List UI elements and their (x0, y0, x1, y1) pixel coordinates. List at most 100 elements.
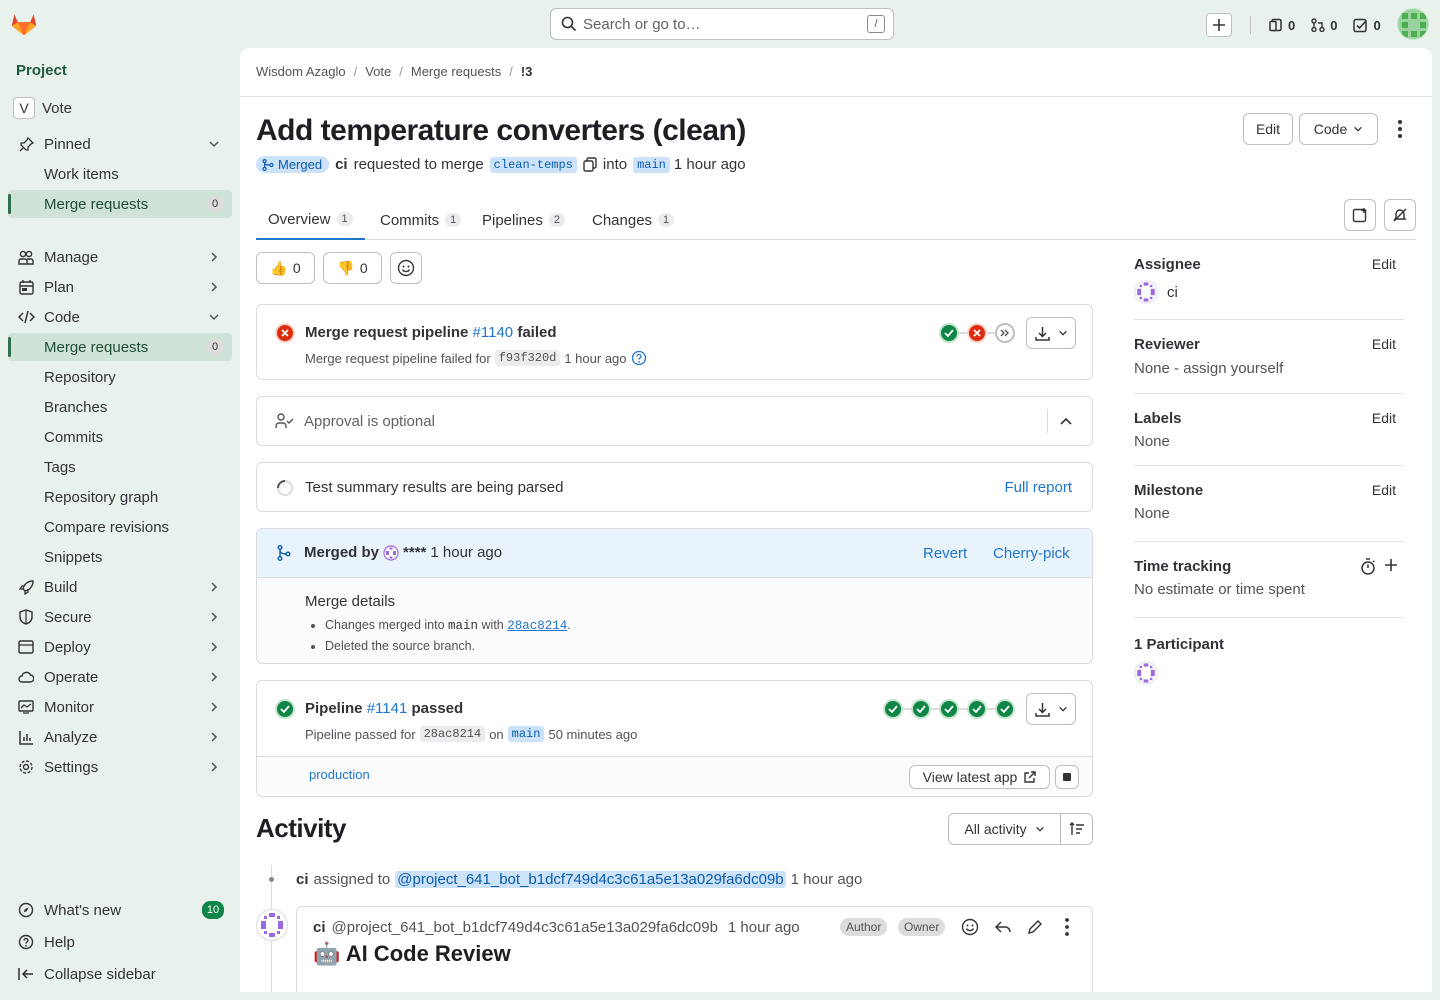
environment-link[interactable]: production (309, 767, 370, 782)
issues-button[interactable]: 0 (1269, 18, 1295, 33)
commit-sha[interactable]: f93f320d (494, 350, 561, 366)
user-mention[interactable]: @project_641_bot_b1dcf749d4c3c61a5e13a02… (395, 871, 786, 888)
add-todo-button[interactable] (1344, 199, 1376, 231)
commit-link[interactable]: 28ac8214 (507, 619, 567, 633)
breadcrumb-current[interactable]: !3 (521, 64, 533, 79)
reviewer-value[interactable]: None - assign yourself (1134, 360, 1283, 377)
sidebar-item-settings[interactable]: Settings (8, 753, 232, 781)
sidebar-item-branches[interactable]: Branches (8, 393, 232, 421)
sidebar-pinned-toggle[interactable]: Pinned (8, 130, 232, 158)
gitlab-logo[interactable] (10, 10, 38, 38)
commit-sha[interactable]: 28ac8214 (419, 726, 486, 742)
sidebar-item-work-items[interactable]: Work items (8, 160, 232, 188)
add-reaction-button[interactable] (961, 918, 979, 936)
source-branch[interactable]: clean-temps (489, 156, 577, 173)
sidebar-item-monitor[interactable]: Monitor (8, 693, 232, 721)
sidebar-item-deploy[interactable]: Deploy (8, 633, 232, 661)
labels-edit-button[interactable]: Edit (1372, 410, 1396, 426)
stage-passed-icon[interactable] (939, 699, 959, 719)
milestone-edit-button[interactable]: Edit (1372, 482, 1396, 498)
activity-filter-dropdown[interactable]: All activity (948, 813, 1061, 845)
tab-overview[interactable]: Overview 1 (256, 200, 365, 240)
stage-passed-icon[interactable] (995, 699, 1015, 719)
comment-avatar[interactable] (256, 909, 288, 941)
collapse-sidebar-button[interactable]: Collapse sidebar (8, 960, 232, 988)
sort-order-button[interactable] (1061, 813, 1093, 845)
sidebar-item-repository-graph[interactable]: Repository graph (8, 483, 232, 511)
collapse-approval-button[interactable] (1059, 414, 1073, 428)
sidebar-item-build[interactable]: Build (8, 573, 232, 601)
stage-skipped-icon[interactable] (995, 323, 1015, 343)
revert-button[interactable]: Revert (923, 545, 967, 562)
cherry-pick-button[interactable]: Cherry-pick (993, 545, 1070, 562)
copy-branch-button[interactable] (583, 157, 597, 172)
help-button[interactable] (631, 350, 647, 366)
reviewer-edit-button[interactable]: Edit (1372, 336, 1396, 352)
comment-author[interactable]: ci (313, 919, 326, 936)
sidebar-item-operate[interactable]: Operate (8, 663, 232, 691)
code-dropdown-button[interactable]: Code (1299, 113, 1378, 145)
help-button[interactable]: Help (8, 928, 232, 956)
sidebar-item-secure[interactable]: Secure (8, 603, 232, 631)
breadcrumb-item[interactable]: Vote (365, 64, 391, 79)
search-input[interactable]: Search or go to… / (550, 8, 894, 40)
add-time-button[interactable] (1384, 558, 1398, 572)
sidebar-item-pinned-merge-requests[interactable]: Merge requests 0 (8, 190, 232, 218)
stage-passed-icon[interactable] (967, 699, 987, 719)
sidebar-item-manage[interactable]: Manage (8, 243, 232, 271)
view-latest-app-button[interactable]: View latest app (909, 765, 1050, 789)
whats-new-button[interactable]: What's new 10 (8, 896, 232, 924)
reply-button[interactable] (995, 919, 1011, 935)
comment-handle[interactable]: @project_641_bot_b1dcf749d4c3c61a5e13a02… (332, 919, 718, 936)
full-report-link[interactable]: Full report (1004, 479, 1072, 496)
more-actions-button[interactable] (1390, 118, 1410, 140)
download-artifacts-dropdown[interactable] (1026, 693, 1076, 725)
participant-avatar[interactable] (1134, 661, 1224, 685)
merger-avatar[interactable] (383, 544, 399, 561)
pipeline-link[interactable]: #1141 (367, 700, 408, 717)
user-avatar[interactable] (1396, 8, 1429, 40)
comment-time[interactable]: 1 hour ago (728, 919, 800, 936)
tab-pipelines[interactable]: Pipelines 2 (470, 200, 577, 240)
tab-commits[interactable]: Commits 1 (368, 200, 473, 240)
breadcrumb-item[interactable]: Wisdom Azaglo (256, 64, 346, 79)
pipeline-link[interactable]: #1140 (473, 324, 514, 341)
sidebar-item-compare-revisions[interactable]: Compare revisions (8, 513, 232, 541)
todos-button[interactable]: 0 (1353, 18, 1381, 33)
sidebar-item-tags[interactable]: Tags (8, 453, 232, 481)
tab-changes[interactable]: Changes 1 (580, 200, 686, 240)
branch-name[interactable]: main (507, 726, 545, 742)
compass-icon (8, 902, 44, 918)
assignee-edit-button[interactable]: Edit (1372, 256, 1396, 272)
time-tracking-help-button[interactable] (1360, 558, 1376, 575)
sidebar-item-snippets[interactable]: Snippets (8, 543, 232, 571)
stage-passed-icon[interactable] (911, 699, 931, 719)
mr-author[interactable]: ci (335, 156, 348, 173)
comment-more-button[interactable] (1059, 917, 1075, 937)
thumbs-up-button[interactable]: 👍 0 (256, 252, 315, 284)
create-new-button[interactable] (1206, 13, 1232, 37)
sidebar-item-analyze[interactable]: Analyze (8, 723, 232, 751)
sidebar-item-merge-requests[interactable]: Merge requests 0 (8, 333, 232, 361)
stage-passed-icon[interactable] (939, 323, 959, 343)
sidebar-item-repository[interactable]: Repository (8, 363, 232, 391)
stop-environment-button[interactable] (1055, 765, 1079, 789)
sidebar-item-commits[interactable]: Commits (8, 423, 232, 451)
merge-requests-button[interactable]: 0 (1311, 18, 1337, 33)
stage-passed-icon[interactable] (883, 699, 903, 719)
edit-button[interactable]: Edit (1243, 113, 1293, 145)
assignee-value[interactable]: ci (1134, 280, 1178, 304)
sidebar-project-link[interactable]: V Vote (8, 94, 232, 122)
sidebar-item-plan[interactable]: Plan (8, 273, 232, 301)
download-artifacts-dropdown[interactable] (1026, 317, 1076, 349)
thumbs-down-button[interactable]: 👎 0 (323, 252, 382, 284)
breadcrumb-item[interactable]: Merge requests (411, 64, 501, 79)
target-branch[interactable]: main (633, 156, 670, 173)
merger-name[interactable]: **** (403, 544, 426, 561)
note-author[interactable]: ci (296, 871, 309, 888)
add-reaction-button[interactable] (390, 252, 422, 284)
edit-comment-button[interactable] (1027, 919, 1043, 935)
stage-failed-icon[interactable] (967, 323, 987, 343)
notifications-toggle-button[interactable] (1384, 199, 1416, 231)
sidebar-item-code[interactable]: Code (8, 303, 232, 331)
